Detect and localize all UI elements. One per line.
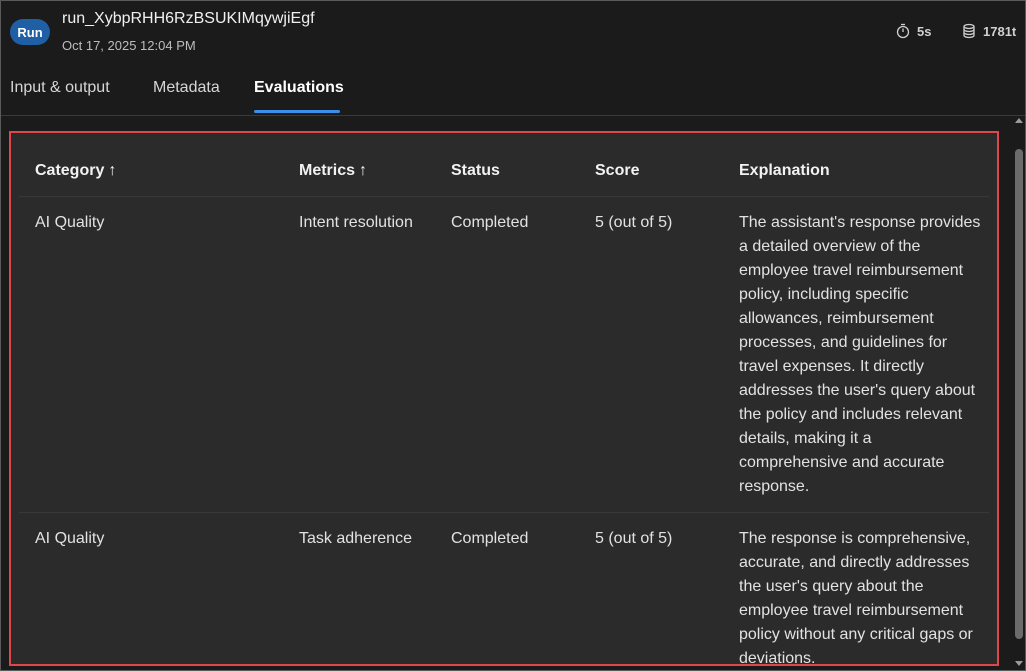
run-title: run_XybpRHH6RzBSUKIMqywjiEgf <box>62 10 315 27</box>
tab-bar: Input & output Metadata Evaluations <box>1 61 1025 116</box>
column-header-explanation[interactable]: Explanation <box>739 159 984 183</box>
column-header-status[interactable]: Status <box>451 159 500 183</box>
row-metric: Intent resolution <box>299 214 413 231</box>
metrics-header-label: Metrics <box>299 162 356 179</box>
active-tab-indicator <box>254 110 340 113</box>
tab-input-output[interactable]: Input & output <box>10 79 110 97</box>
run-badge: Run <box>10 19 50 45</box>
database-icon <box>961 23 977 39</box>
duration-value: 5s <box>917 23 932 39</box>
column-header-score[interactable]: Score <box>595 159 639 183</box>
sort-ascending-icon: ↑ <box>108 162 117 179</box>
tokens-stat: 1781t <box>961 23 1016 39</box>
scroll-thumb[interactable] <box>1015 149 1023 639</box>
scroll-down-icon[interactable] <box>1015 661 1023 666</box>
tokens-value: 1781t <box>983 23 1017 39</box>
row-score: 5 (out of 5) <box>595 214 673 231</box>
run-header: Run run_XybpRHH6RzBSUKIMqywjiEgf Oct 17,… <box>1 1 1025 61</box>
evaluation-window: Run run_XybpRHH6RzBSUKIMqywjiEgf Oct 17,… <box>0 0 1026 671</box>
row-score: 5 (out of 5) <box>595 530 673 547</box>
tab-evaluations[interactable]: Evaluations <box>254 79 344 97</box>
table-row[interactable]: AI Quality Intent resolution Completed 5… <box>19 197 989 513</box>
tab-metadata[interactable]: Metadata <box>153 79 220 97</box>
vertical-scrollbar[interactable] <box>1013 116 1025 670</box>
row-explanation: The assistant's response provides a deta… <box>739 214 981 495</box>
category-header-label: Category <box>35 162 105 179</box>
row-explanation: The response is comprehensive, accurate,… <box>739 530 973 666</box>
table-header-row: Category ↑ Metrics ↑ Status Score Explanat… <box>19 133 989 197</box>
column-header-metrics[interactable]: Metrics ↑ <box>299 159 367 183</box>
scroll-up-icon[interactable] <box>1015 118 1023 123</box>
column-header-category[interactable]: Category ↑ <box>35 159 116 183</box>
evaluations-panel: Category ↑ Metrics ↑ Status Score Explanat… <box>1 116 1025 670</box>
row-category: AI Quality <box>35 530 105 547</box>
table-row[interactable]: AI Quality Task adherence Completed 5 (o… <box>19 513 989 666</box>
timer-icon <box>895 23 911 39</box>
evaluations-table: Category ↑ Metrics ↑ Status Score Explanat… <box>9 131 999 666</box>
sort-ascending-icon: ↑ <box>359 162 368 179</box>
row-category: AI Quality <box>35 214 105 231</box>
row-status: Completed <box>451 530 529 547</box>
row-status: Completed <box>451 214 529 231</box>
row-metric: Task adherence <box>299 530 412 547</box>
duration-stat: 5s <box>895 23 931 39</box>
run-date: Oct 17, 2025 12:04 PM <box>62 38 196 53</box>
